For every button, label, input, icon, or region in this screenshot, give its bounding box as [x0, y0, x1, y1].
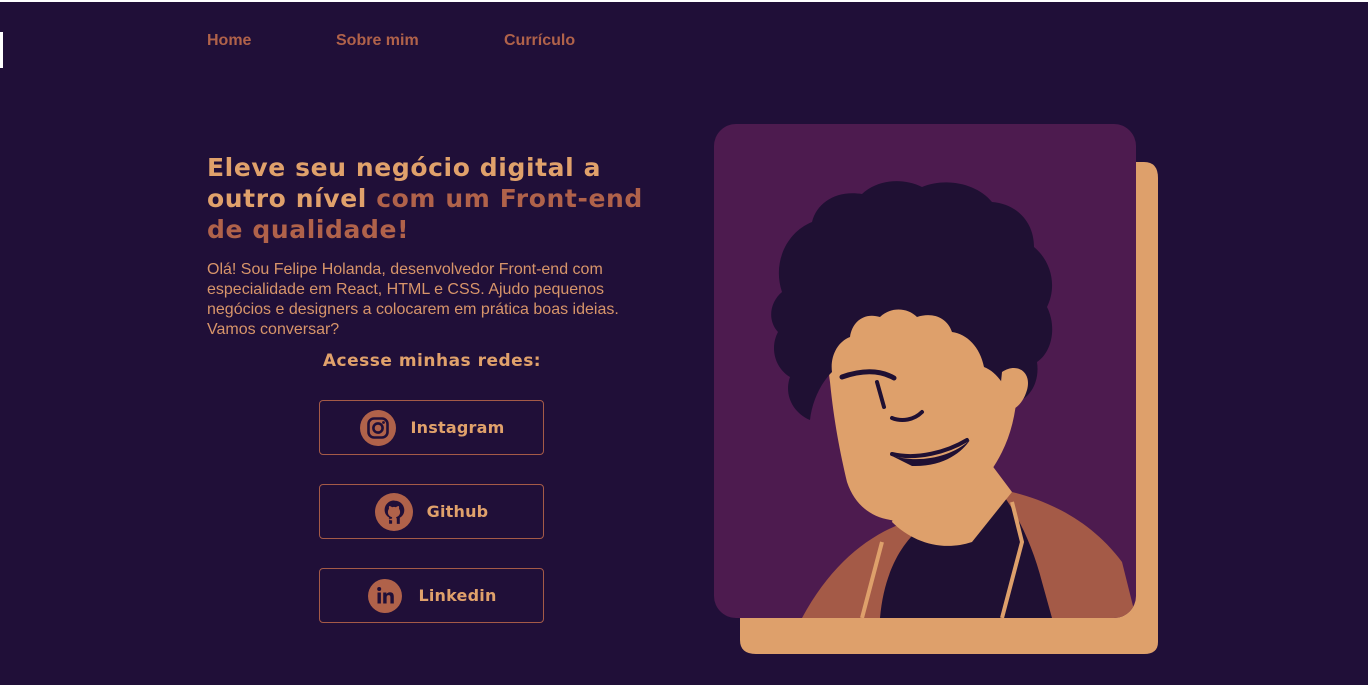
networks-title: Acesse minhas redes: — [322, 351, 542, 371]
page: Home Sobre mim Currículo Eleve seu negóc… — [0, 2, 1368, 685]
nav-resume-link[interactable]: Currículo — [504, 32, 575, 50]
instagram-label: Instagram — [410, 418, 505, 437]
portrait-artwork — [714, 124, 1158, 654]
github-button[interactable]: Github — [319, 484, 544, 539]
linkedin-label: Linkedin — [418, 586, 497, 605]
instagram-icon — [359, 409, 397, 447]
window-edge-marker — [0, 32, 3, 68]
instagram-button[interactable]: Instagram — [319, 400, 544, 455]
nav-home-link[interactable]: Home — [207, 32, 251, 50]
linkedin-icon — [366, 577, 404, 615]
hero-title: Eleve seu negócio digital a outro nível … — [207, 152, 647, 245]
linkedin-button[interactable]: Linkedin — [319, 568, 544, 623]
github-label: Github — [426, 502, 489, 521]
github-icon — [374, 492, 413, 531]
nav-about-link[interactable]: Sobre mim — [336, 32, 419, 50]
portrait-illustration — [712, 122, 1162, 662]
hero-intro: Olá! Sou Felipe Holanda, desenvolvedor F… — [207, 261, 619, 338]
